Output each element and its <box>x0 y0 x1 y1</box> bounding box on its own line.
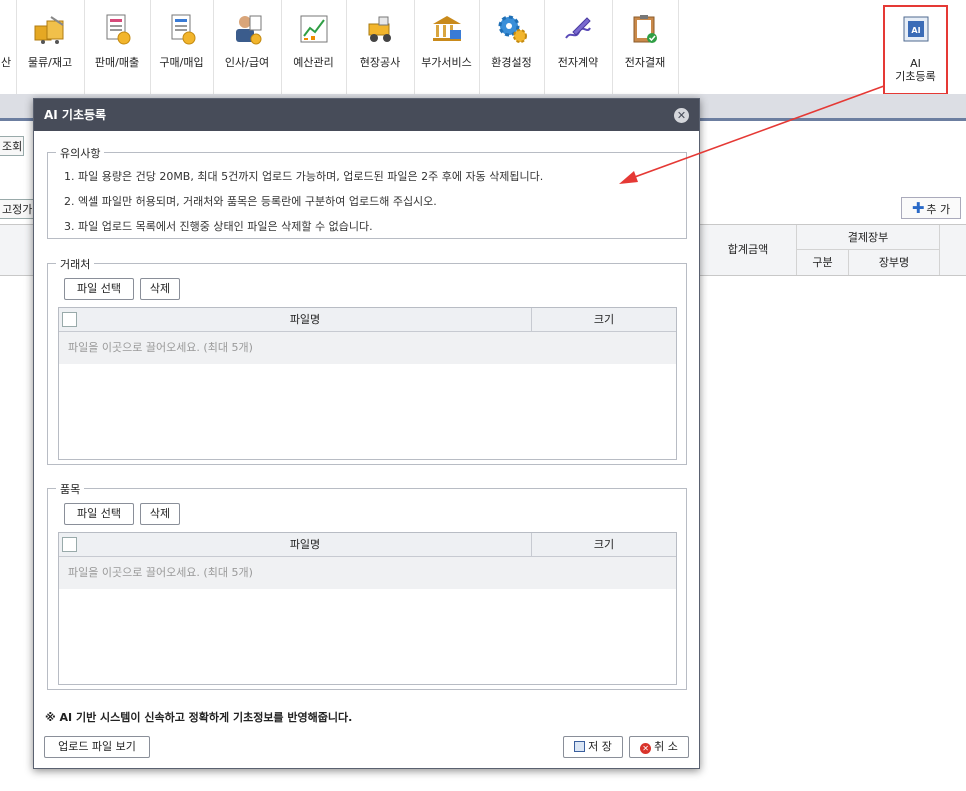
customer-col-filename: 파일명 <box>289 313 321 326</box>
customer-col-size: 크기 <box>593 313 615 326</box>
budget-chart-icon <box>300 15 327 43</box>
toolbar-item-label: 예산관리 <box>293 56 334 69</box>
item-file-table[interactable]: 파일명 크기 파일을 이곳으로 끌어오세요. (최대 5개) <box>58 532 677 685</box>
toolbar-item-construction[interactable]: 현장공사 <box>346 0 415 94</box>
toolbar-item-sales[interactable]: 판매/매출 <box>84 0 151 94</box>
item-file-select-button[interactable]: 파일 선택 <box>64 503 134 525</box>
hr-person-icon <box>236 15 262 45</box>
purchase-invoice-icon <box>171 14 195 45</box>
col-extra <box>939 225 966 275</box>
toolbar-item-purchase[interactable]: 구매/매입 <box>150 0 214 94</box>
ai-label-line2: 기초등록 <box>895 70 936 83</box>
col-payment-ledger: 결제장부 <box>796 225 939 250</box>
notice-line-1: 1. 파일 용량은 건당 20MB, 최대 5건까지 업로드 가능하며, 업로드… <box>64 170 544 183</box>
toolbar-item-label: 산 <box>1 56 12 69</box>
fixed-filter-button[interactable]: 고정가 <box>0 199 36 219</box>
ai-footnote: ※ AI 기반 시스템이 신속하고 정확하게 기초정보를 반영해줍니다. <box>45 711 353 724</box>
toolbar-item-e-approval[interactable]: 전자결재 <box>612 0 679 94</box>
col-total-amount: 합계금액 <box>727 243 769 256</box>
toolbar-item-label: 물류/재고 <box>27 56 73 69</box>
save-button-label: 저 장 <box>588 740 612 753</box>
notice-section: 유의사항 1. 파일 용량은 건당 20MB, 최대 5건까지 업로드 가능하며… <box>47 145 687 239</box>
cancel-icon: ✕ <box>640 743 652 754</box>
customer-select-all-checkbox[interactable] <box>62 312 77 327</box>
ai-icon-text: AI <box>911 26 920 35</box>
item-select-all-checkbox[interactable] <box>62 537 77 552</box>
item-drop-zone-text: 파일을 이곳으로 끌어오세요. (최대 5개) <box>59 557 676 589</box>
notice-line-3: 3. 파일 업로드 목록에서 진행중 상태인 파일은 삭제할 수 없습니다. <box>64 220 373 233</box>
toolbar-item-ai-basic-registration[interactable]: AI AI 기초등록 <box>883 5 948 95</box>
construction-vehicle-icon <box>368 16 391 42</box>
toolbar-item-hr[interactable]: 인사/급여 <box>213 0 282 94</box>
plus-icon: ✚ <box>911 199 925 217</box>
toolbar-item-logistics[interactable]: 물류/재고 <box>16 0 85 94</box>
ai-label-line1: AI <box>910 57 921 70</box>
save-icon <box>574 741 586 752</box>
col-ledger-name: 장부명 <box>848 250 939 275</box>
item-col-size: 크기 <box>593 538 615 551</box>
customer-upload-section: 거래처 파일 선택 삭제 파일명 크기 파일을 이곳으로 끌어오세요. (최대 … <box>47 256 687 465</box>
main-toolbar: 산 물류/재고 판매/매출 구매/매입 인사/급여 예산관리 현장공사 부가서비… <box>0 0 966 95</box>
col-category: 구분 <box>796 250 848 275</box>
toolbar-item-budget[interactable]: 예산관리 <box>281 0 347 94</box>
customer-file-select-button[interactable]: 파일 선택 <box>64 278 134 300</box>
ai-basic-registration-dialog: AI 기초등록 ✕ 유의사항 1. 파일 용량은 건당 20MB, 최대 5건까… <box>33 98 700 769</box>
notice-line-2: 2. 엑셀 파일만 허용되며, 거래처와 품목은 등록란에 구분하여 업로드해 … <box>64 195 437 208</box>
pen-signature-icon <box>565 17 591 39</box>
save-button[interactable]: 저 장 <box>563 736 623 758</box>
logistics-icon <box>34 16 64 44</box>
notice-legend: 유의사항 <box>56 145 105 161</box>
gear-icon <box>498 15 527 43</box>
toolbar-item-label: 판매/매출 <box>94 56 140 69</box>
toolbar-item-ai-label: AI 기초등록 <box>885 57 946 83</box>
add-button[interactable]: ✚ 추 가 <box>901 197 961 219</box>
toolbar-item-label: 인사/급여 <box>224 56 270 69</box>
sales-invoice-icon <box>106 14 131 45</box>
toolbar-item-label: 전자결재 <box>624 56 666 69</box>
dialog-title: AI 기초등록 <box>44 108 107 122</box>
view-uploaded-files-button[interactable]: 업로드 파일 보기 <box>44 736 150 758</box>
item-legend: 품목 <box>56 481 85 497</box>
item-upload-section: 품목 파일 선택 삭제 파일명 크기 파일을 이곳으로 끌어오세요. (최대 5… <box>47 481 687 690</box>
customer-delete-button[interactable]: 삭제 <box>140 278 180 300</box>
toolbar-item-extra-services[interactable]: 부가서비스 <box>414 0 480 94</box>
search-button[interactable]: 조회 <box>0 136 24 156</box>
close-icon[interactable]: ✕ <box>674 108 689 123</box>
customer-drop-zone-text: 파일을 이곳으로 끌어오세요. (최대 5개) <box>59 332 676 364</box>
item-table-header: 파일명 크기 <box>59 533 676 557</box>
add-button-label: 추 가 <box>926 203 951 216</box>
ai-registration-icon: AI <box>903 16 928 42</box>
toolbar-item-accounting[interactable]: 산 <box>0 0 17 94</box>
customer-file-table[interactable]: 파일명 크기 파일을 이곳으로 끌어오세요. (최대 5개) <box>58 307 677 460</box>
toolbar-item-e-contract[interactable]: 전자계약 <box>544 0 613 94</box>
bank-building-icon <box>432 16 461 41</box>
approval-clipboard-icon <box>633 15 657 43</box>
item-col-filename: 파일명 <box>289 538 321 551</box>
item-delete-button[interactable]: 삭제 <box>140 503 180 525</box>
dialog-header: AI 기초등록 ✕ <box>34 99 699 131</box>
cancel-button-label: 취 소 <box>654 740 678 753</box>
toolbar-item-settings[interactable]: 환경설정 <box>479 0 545 94</box>
cancel-button[interactable]: ✕ 취 소 <box>629 736 689 758</box>
customer-legend: 거래처 <box>56 256 95 272</box>
toolbar-item-label: 현장공사 <box>359 56 401 69</box>
toolbar-item-label: 환경설정 <box>491 56 532 69</box>
customer-table-header: 파일명 크기 <box>59 308 676 332</box>
toolbar-item-label: 부가서비스 <box>421 56 472 69</box>
toolbar-item-label: 전자계약 <box>557 56 599 69</box>
toolbar-item-label: 구매/매입 <box>159 56 204 69</box>
